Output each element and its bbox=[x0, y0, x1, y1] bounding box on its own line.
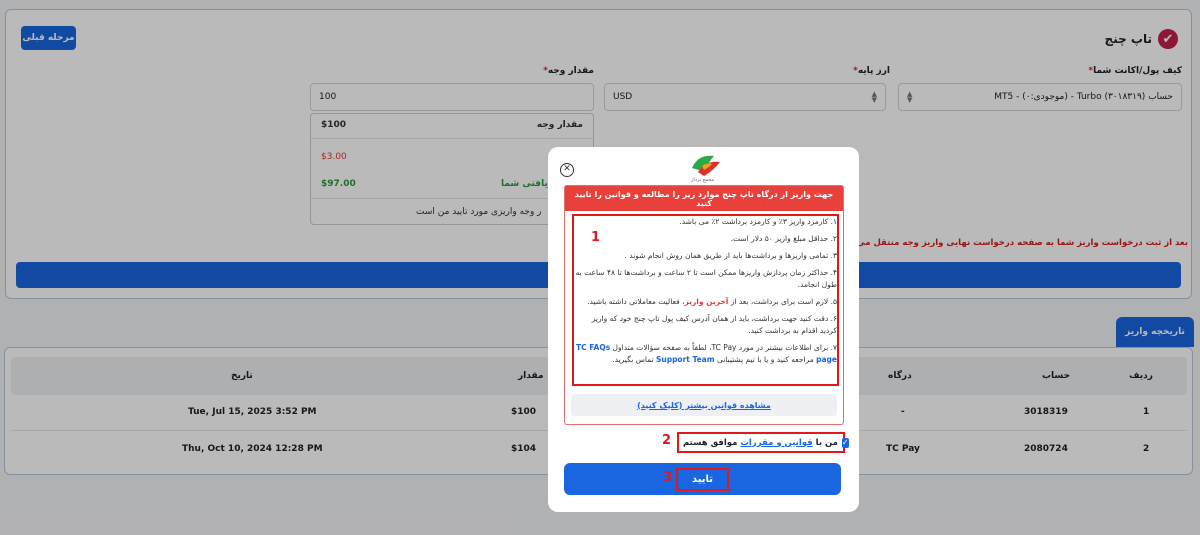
more-rules-link[interactable]: مشاهده قوانین بیشتر (کلیک کنید) bbox=[571, 394, 837, 416]
annotation-number-2: 2 bbox=[662, 433, 672, 448]
logo-mark-icon bbox=[692, 155, 720, 176]
annotation-number-1: 1 bbox=[591, 230, 601, 245]
terms-link[interactable]: قوانین و مقررات bbox=[740, 438, 812, 448]
annotation-box-1 bbox=[572, 214, 839, 386]
rules-modal: ✕ مجمع پرداز جهت واریز از درگاه تاپ چنج … bbox=[548, 147, 859, 512]
agree-row: ✓ من با قوانین و مقررات موافق هستم bbox=[677, 432, 849, 453]
confirm-label-box: تایید bbox=[675, 467, 730, 491]
logo-text: مجمع پرداز bbox=[691, 177, 715, 183]
rules-panel: جهت واریز از درگاه تاپ چنج موارد زیر را … bbox=[564, 185, 844, 425]
close-icon[interactable]: ✕ bbox=[560, 163, 574, 177]
agree-text: من با قوانین و مقررات موافق هستم bbox=[683, 437, 838, 448]
agree-checkbox[interactable]: ✓ bbox=[841, 437, 849, 448]
confirm-button[interactable]: تایید bbox=[564, 463, 841, 495]
rules-heading: جهت واریز از درگاه تاپ چنج موارد زیر را … bbox=[565, 186, 843, 211]
annotation-number-3: 3 bbox=[663, 470, 673, 485]
